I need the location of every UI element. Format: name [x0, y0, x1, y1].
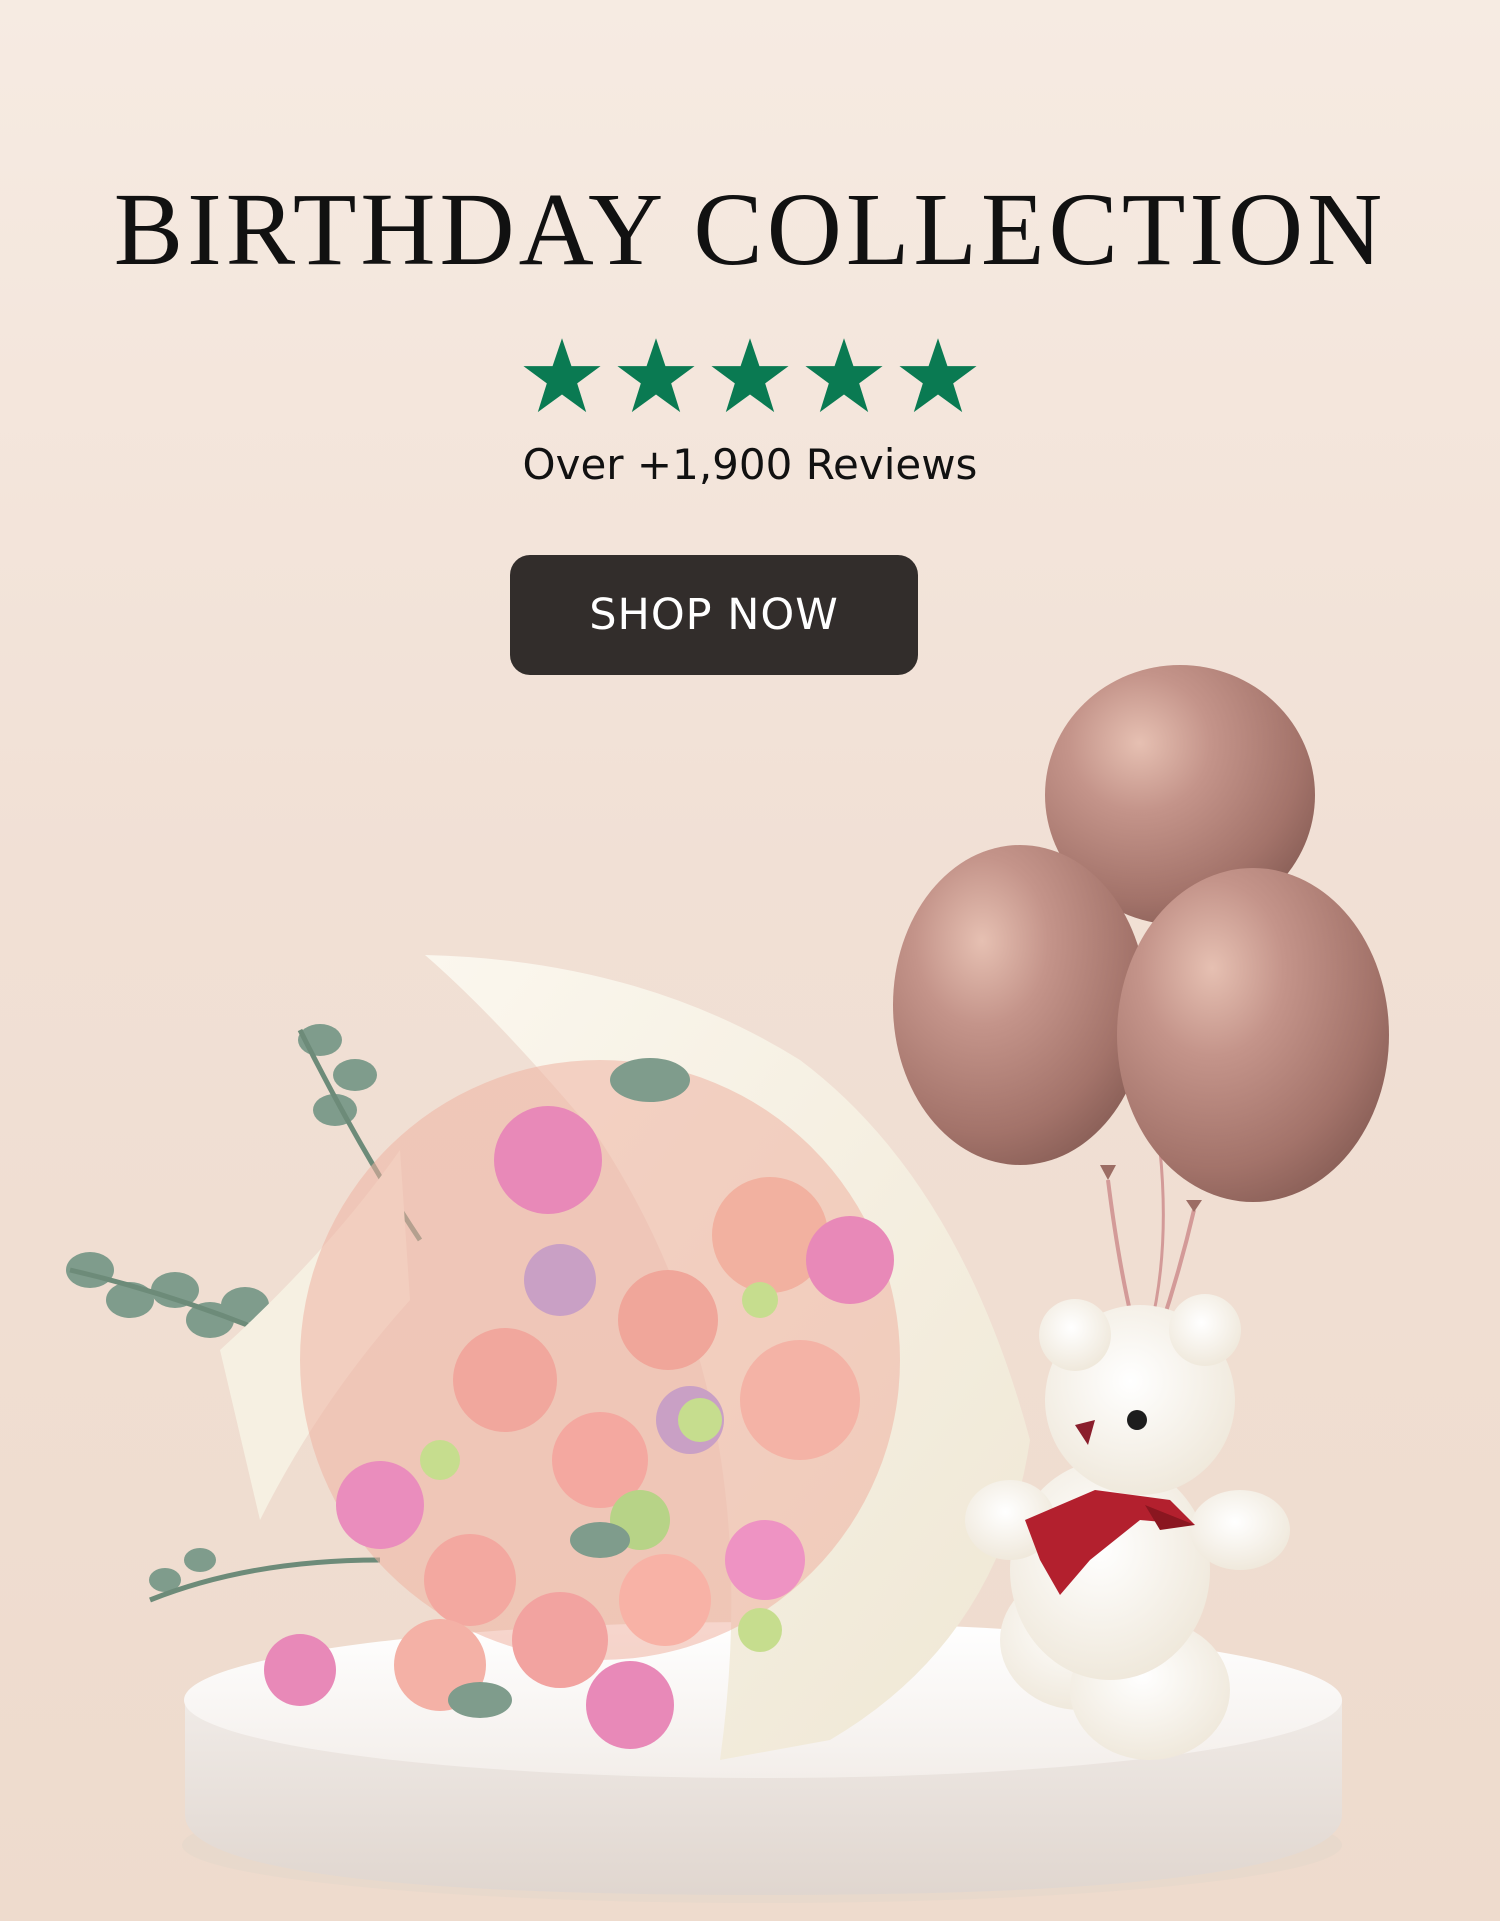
reviews-count: Over +1,900 Reviews: [522, 440, 978, 489]
star-icon: [899, 338, 977, 413]
star-icon: [617, 338, 695, 413]
star-icon: [711, 338, 789, 413]
hero-banner: BIRTHDAY COLLECTION Over +1,900 Reviews …: [0, 0, 1500, 1921]
product-image: [66, 665, 1389, 1903]
balloons: [893, 665, 1389, 1331]
flower-bouquet: [66, 955, 1030, 1760]
star-rating: [0, 336, 1500, 416]
collection-title: BIRTHDAY COLLECTION: [113, 172, 1387, 287]
star-icon: [805, 338, 883, 413]
star-icon: [523, 338, 601, 413]
